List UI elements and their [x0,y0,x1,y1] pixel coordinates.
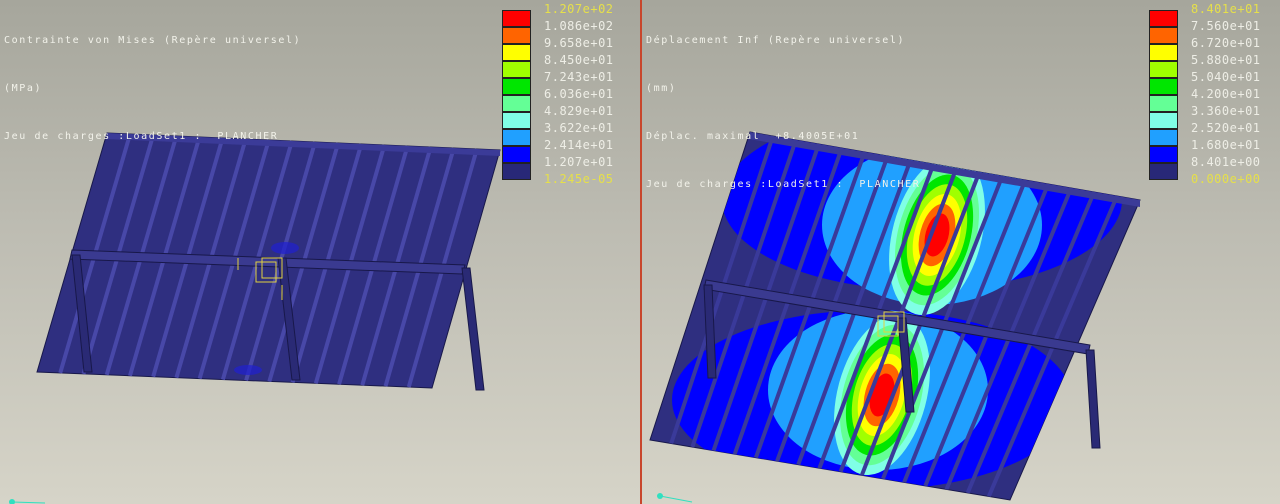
legend-swatch [502,95,531,112]
legend-label: 7.560e+01 [1191,19,1261,33]
legend-label: 2.414e+01 [544,138,614,152]
legend-swatch [1149,163,1178,180]
legend-label: 4.829e+01 [544,104,614,118]
legend-label: 9.658e+01 [544,36,614,50]
legend-label: 1.207e+01 [544,155,614,169]
result-title: Déplacement Inf (Repère universel) [646,35,906,46]
legend-label: 8.401e+01 [1191,2,1261,16]
view-header: Déplacement Inf (Repère universel) (mm) … [646,1,920,225]
legend-label: 6.720e+01 [1191,36,1261,50]
legend-label: 3.360e+01 [1191,104,1261,118]
legend-swatch [1149,44,1178,61]
legend-swatch [502,112,531,129]
result-title: Contrainte von Mises (Repère universel) [4,35,302,46]
viewport-von-mises[interactable]: Contrainte von Mises (Repère universel) … [0,0,640,504]
legend-label: 7.243e+01 [544,70,614,84]
load-set: Jeu de charges :LoadSet1 : PLANCHER [646,179,921,190]
legend-label: 1.207e+02 [544,2,614,16]
legend-swatch [1149,27,1178,44]
legend-label: 8.450e+01 [544,53,614,67]
result-unit: (mm) [646,83,677,94]
legend-label: 1.245e-05 [544,172,614,186]
load-set: Jeu de charges :LoadSet1 : PLANCHER [4,131,279,142]
legend-label: 5.880e+01 [1191,53,1261,67]
legend-swatch [1149,61,1178,78]
legend-swatch [1149,129,1178,146]
legend-label: 2.520e+01 [1191,121,1261,135]
legend-swatch [502,146,531,163]
legend-swatch [1149,112,1178,129]
legend-swatch [502,129,531,146]
legend-label: 1.086e+02 [544,19,614,33]
viewport-displacement[interactable]: Déplacement Inf (Repère universel) (mm) … [642,0,1280,504]
legend-swatch [1149,78,1178,95]
legend-swatch [1149,95,1178,112]
legend-label: 6.036e+01 [544,87,614,101]
legend-label: 3.622e+01 [544,121,614,135]
legend-label: 8.401e+00 [1191,155,1261,169]
legend-swatch [502,27,531,44]
max-displacement: Déplac. maximal +8.4005E+01 [646,131,860,142]
legend-label: 5.040e+01 [1191,70,1261,84]
legend-swatch [502,61,531,78]
legend-label: 4.200e+01 [1191,87,1261,101]
legend-swatch [1149,10,1178,27]
result-unit: (MPa) [4,83,43,94]
legend-swatch [502,78,531,95]
legend-swatch [502,44,531,61]
view-header: Contrainte von Mises (Repère universel) … [4,1,301,177]
legend-swatch [502,163,531,180]
legend-swatch [502,10,531,27]
legend-label: 1.680e+01 [1191,138,1261,152]
legend-label: 0.000e+00 [1191,172,1261,186]
legend-swatch [1149,146,1178,163]
axis-triad-icon [9,499,15,504]
